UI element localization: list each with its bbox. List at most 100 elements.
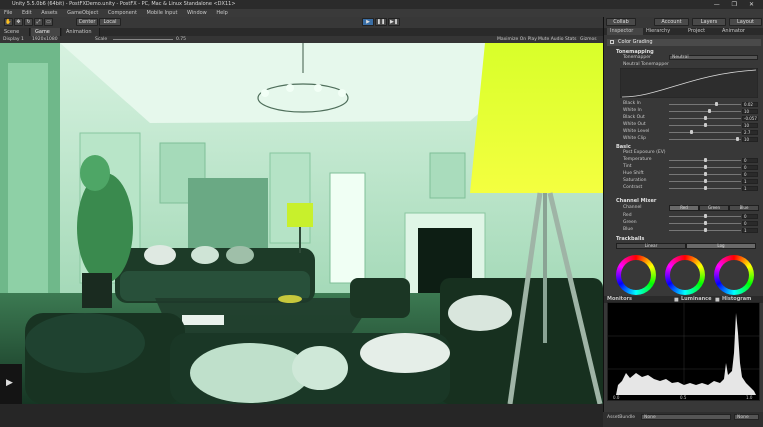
game-viewport[interactable] <box>0 43 603 404</box>
channel-mixer-header: Channel Mixer <box>616 198 657 204</box>
menu-mobile-input[interactable]: Mobile Input <box>147 10 178 16</box>
channel-select-row: Channel Red Green Blue <box>610 205 760 211</box>
param-value-field[interactable]: -0.057 <box>742 115 758 121</box>
param-value-field[interactable]: 1 <box>742 185 758 191</box>
gain-wheel[interactable] <box>714 255 754 295</box>
param-row: Red 0 <box>610 213 760 219</box>
histogram-tick-2: 1.0 <box>746 395 753 400</box>
step-button[interactable]: ▶❚ <box>388 18 400 26</box>
play-button[interactable]: ▶ <box>362 18 374 26</box>
scale-slider[interactable] <box>113 39 173 40</box>
assetbundle-variant-dropdown[interactable]: None <box>734 414 759 420</box>
param-slider-handle[interactable] <box>704 214 707 218</box>
collab-button[interactable]: Collab <box>606 18 636 26</box>
param-slider-handle[interactable] <box>704 123 707 127</box>
gamma-wheel[interactable] <box>665 255 705 295</box>
param-row: Contrast 1 <box>610 185 760 191</box>
param-slider-handle[interactable] <box>704 228 707 232</box>
param-slider-track[interactable] <box>669 111 741 112</box>
param-slider-handle[interactable] <box>704 179 707 183</box>
menu-edit[interactable]: Edit <box>22 10 32 16</box>
param-value-field[interactable]: 1 <box>742 178 758 184</box>
resolution-select[interactable]: 1920x1080 <box>32 36 58 43</box>
menu-assets[interactable]: Assets <box>41 10 57 16</box>
channel-green-button[interactable]: Green <box>699 205 729 211</box>
menu-file[interactable]: File <box>4 10 12 16</box>
rect-tool-icon[interactable]: ▭ <box>44 18 53 26</box>
account-button[interactable]: Account <box>654 18 689 26</box>
histogram-tick-1: 0.5 <box>680 395 687 400</box>
menu-help[interactable]: Help <box>216 10 227 16</box>
component-enable-checkbox[interactable] <box>610 40 614 44</box>
stats-toggle[interactable]: Stats <box>565 36 577 43</box>
mode-log-button[interactable]: Log <box>686 243 756 249</box>
param-value-field[interactable]: 2.7 <box>742 129 758 135</box>
mute-audio-toggle[interactable]: Mute Audio <box>538 36 564 43</box>
param-value-field[interactable]: 1 <box>742 227 758 233</box>
param-slider-handle[interactable] <box>690 130 693 134</box>
channel-blue-button[interactable]: Blue <box>729 205 759 211</box>
param-slider-handle[interactable] <box>704 172 707 176</box>
param-slider-handle[interactable] <box>707 109 711 113</box>
param-slider-handle[interactable] <box>704 116 707 120</box>
param-value-field[interactable]: 0 <box>742 213 758 219</box>
param-value-field[interactable]: 10 <box>742 108 758 114</box>
param-label: Tint <box>623 164 632 169</box>
param-value-field[interactable]: 10 <box>742 122 758 128</box>
param-slider-handle[interactable] <box>704 186 707 190</box>
param-row: Blue 1 <box>610 227 760 233</box>
param-slider-track[interactable] <box>669 104 741 105</box>
layers-button[interactable]: Layers <box>692 18 726 26</box>
param-slider-handle[interactable] <box>704 158 707 162</box>
param-slider-handle[interactable] <box>735 137 739 141</box>
param-label: Temperature <box>623 157 652 162</box>
tab-inspector[interactable]: Inspector <box>607 28 643 35</box>
assetbundle-name-dropdown[interactable]: None <box>641 414 731 420</box>
menu-gameobject[interactable]: GameObject <box>67 10 98 16</box>
rotate-tool-icon[interactable]: ↻ <box>24 18 33 26</box>
tab-game[interactable]: Game <box>31 28 61 36</box>
param-value-field[interactable]: 10 <box>742 136 758 142</box>
param-value-field[interactable]: 0 <box>742 157 758 163</box>
pivot-local-button[interactable]: Local <box>99 18 121 26</box>
main-toolbar: ✋ ✥ ↻ ⤢ ▭ Center Local ▶ ❚❚ ▶❚ <box>0 17 603 28</box>
pause-button[interactable]: ❚❚ <box>375 18 387 26</box>
expand-arrow-icon[interactable]: ▶ <box>6 378 13 388</box>
param-value-field[interactable]: 0 <box>742 220 758 226</box>
viewport-side-control[interactable]: ▶ <box>0 364 22 404</box>
maximize-on-play-toggle[interactable]: Maximize On Play <box>497 36 537 43</box>
component-header[interactable]: Color Grading <box>607 39 761 46</box>
param-row: Temperature 0 <box>610 157 760 163</box>
mode-linear-button[interactable]: Linear <box>616 243 686 249</box>
param-label: Hue Shift <box>623 171 644 176</box>
tab-scene[interactable]: Scene <box>0 28 30 36</box>
menu-component[interactable]: Component <box>108 10 137 16</box>
tonemapper-dropdown[interactable]: Neutral <box>669 55 758 60</box>
gizmos-menu[interactable]: Gizmos <box>580 36 597 43</box>
display-select[interactable]: Display 1 <box>3 36 24 43</box>
param-slider-handle[interactable] <box>704 221 707 225</box>
param-row: Saturation 1 <box>610 178 760 184</box>
param-slider-track[interactable] <box>669 132 741 133</box>
param-value-field[interactable]: 0 <box>742 171 758 177</box>
tab-project[interactable]: Project <box>688 28 705 35</box>
param-slider-handle[interactable] <box>714 102 718 106</box>
window-controls[interactable]: — ❐ ✕ <box>714 0 759 9</box>
channel-red-button[interactable]: Red <box>669 205 699 211</box>
param-slider-track[interactable] <box>669 139 741 140</box>
param-value-field[interactable]: 0 <box>742 164 758 170</box>
menu-window[interactable]: Window <box>187 10 207 16</box>
pivot-center-button[interactable]: Center <box>76 18 98 26</box>
move-tool-icon[interactable]: ✥ <box>14 18 23 26</box>
tab-hierarchy[interactable]: Hierarchy <box>646 28 670 35</box>
param-slider-handle[interactable] <box>704 165 707 169</box>
layout-button[interactable]: Layout <box>729 18 762 26</box>
hand-tool-icon[interactable]: ✋ <box>4 18 13 26</box>
param-value-field[interactable]: 0.02 <box>742 101 758 107</box>
param-label: White Out <box>623 122 646 127</box>
param-row: White Clip 10 <box>610 136 760 142</box>
tab-animator[interactable]: Animator <box>722 28 745 35</box>
lift-wheel[interactable] <box>616 255 656 295</box>
tab-animation[interactable]: Animation <box>62 28 100 36</box>
scale-tool-icon[interactable]: ⤢ <box>34 18 43 26</box>
